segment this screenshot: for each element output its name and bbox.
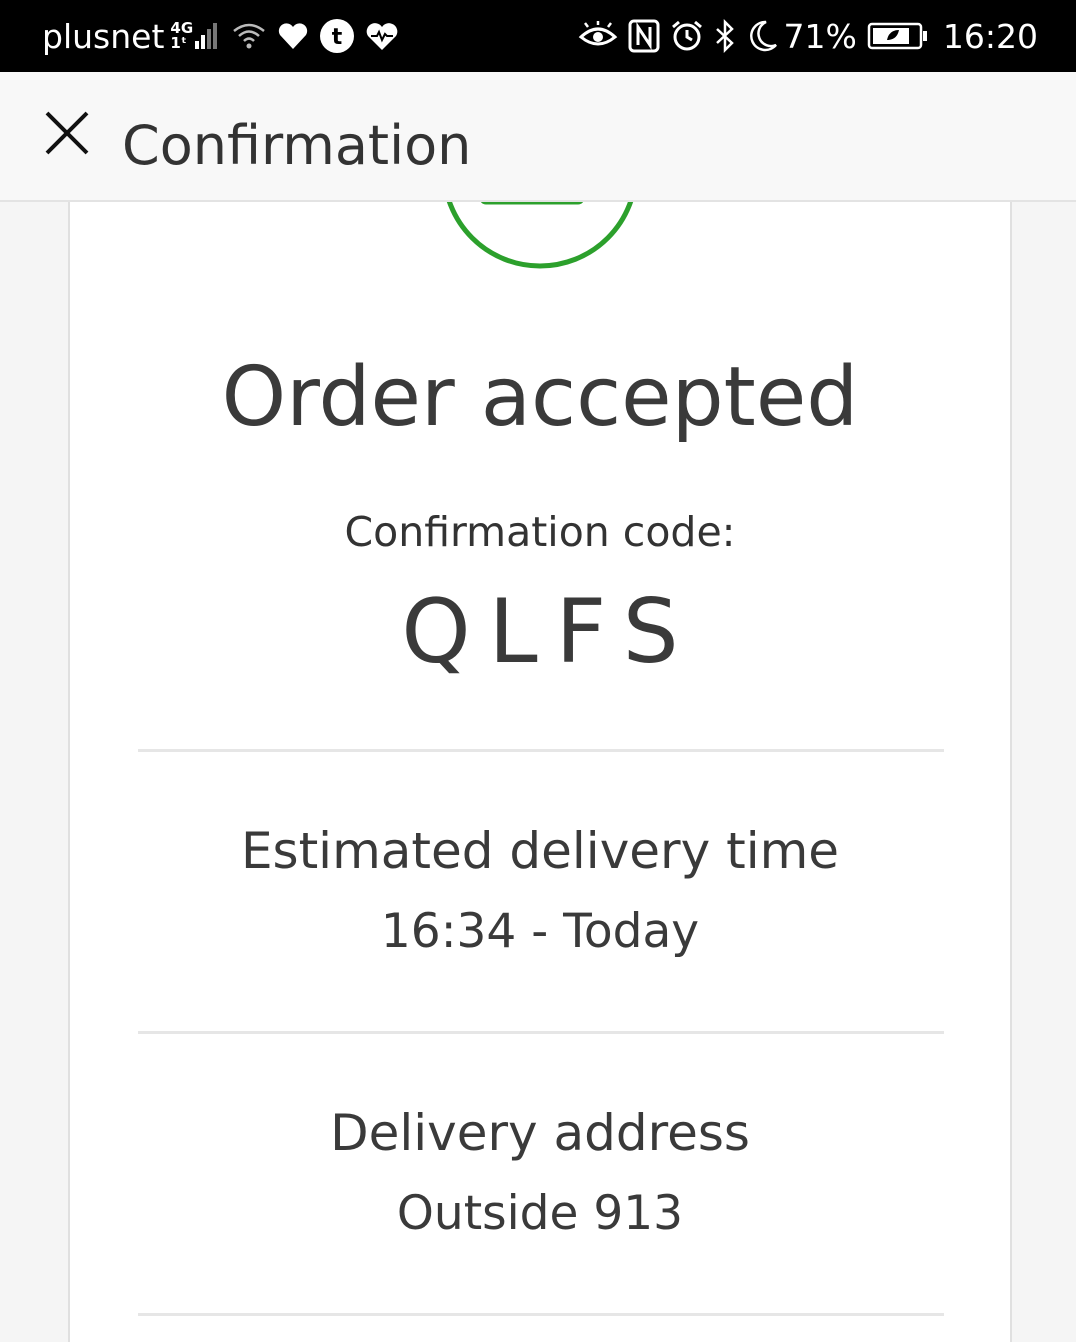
signal-icon [195,21,221,51]
close-button[interactable] [36,102,98,164]
delivery-time-label: Estimated delivery time [240,822,840,880]
status-bar-left: plusnet 4G 1ᵗ t [42,0,399,72]
app-bar: Confirmation [0,72,1076,202]
battery-icon [867,21,929,51]
nfc-icon [628,19,660,53]
wifi-icon [231,21,267,51]
order-status-title: Order accepted [221,350,859,445]
network-type-bottom: 1ᵗ [170,34,187,52]
clock: 16:20 [942,16,1038,56]
close-icon [45,111,89,155]
carrier-name: plusnet [42,16,165,56]
divider [138,1313,944,1316]
do-not-disturb-icon [746,19,778,53]
svg-text:t: t [332,25,343,50]
health-icon [365,21,399,51]
network-type: 4G 1ᵗ [170,21,193,51]
alarm-icon [670,19,704,53]
delivery-address-label: Delivery address [330,1104,750,1162]
delivery-time-value: 16:34 - Today [380,904,700,959]
tumblr-icon: t [319,18,355,54]
confirmation-code-value: QLFS [401,580,697,683]
status-bar: plusnet 4G 1ᵗ t 71% 16:20 [0,0,1076,72]
bluetooth-icon [714,19,736,53]
battery-percent: 71% [783,16,857,56]
heart-icon [277,21,309,51]
confirmation-code-label: Confirmation code: [344,508,736,556]
delivery-address-value: Outside 913 [396,1186,684,1241]
divider [138,749,944,752]
confirmation-card: Order accepted Confirmation code: QLFS E… [68,202,1012,1342]
success-check-icon [446,202,634,269]
status-bar-right: 71% 16:20 [568,0,1038,72]
page-title: Confirmation [122,114,472,177]
eye-comfort-icon [578,21,618,51]
divider [138,1031,944,1034]
